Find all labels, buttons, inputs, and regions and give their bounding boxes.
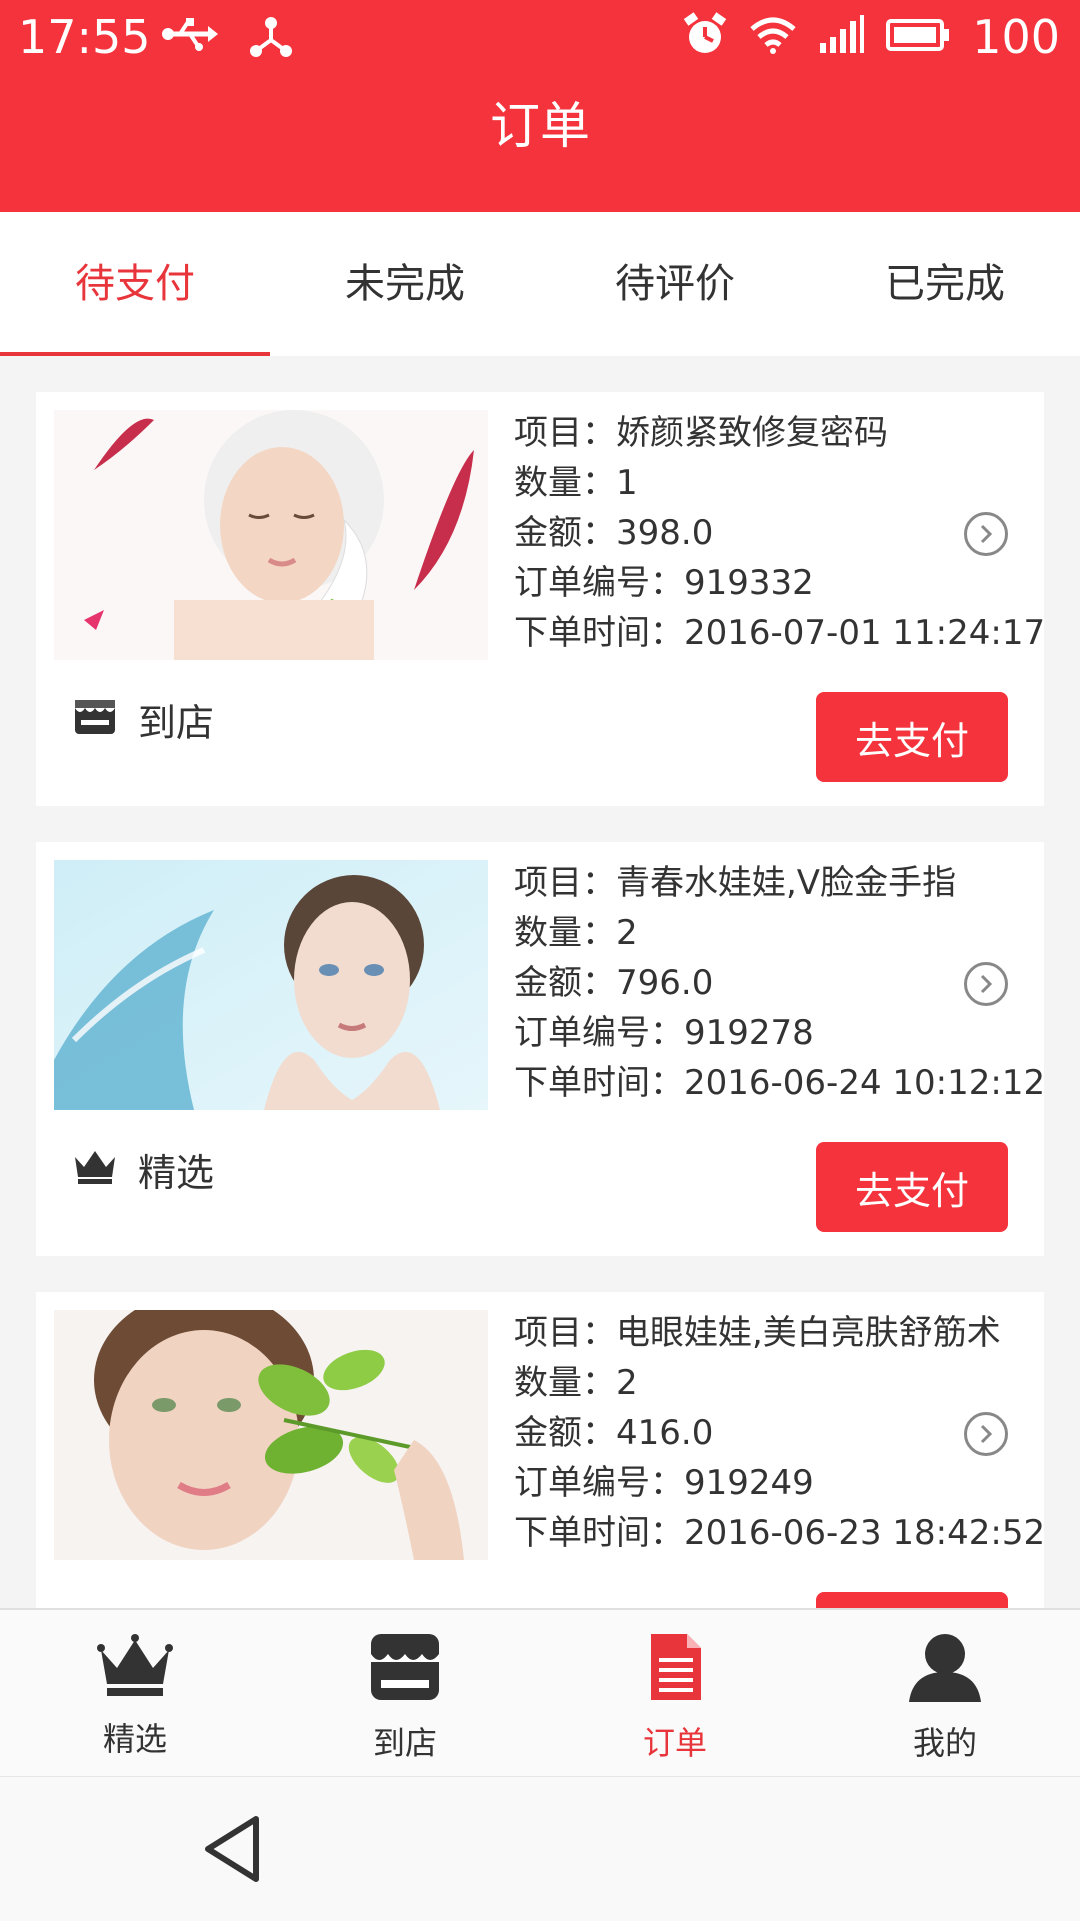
document-icon	[645, 1632, 705, 1710]
chevron-right-icon[interactable]	[964, 512, 1008, 556]
order-thumbnail	[54, 860, 488, 1110]
chevron-right-icon[interactable]	[964, 962, 1008, 1006]
order-card[interactable]: 项目：电眼娃娃,美白亮肤舒筋术 数量：2 金额：416.0 订单编号：91924…	[36, 1292, 1046, 1608]
tab-incomplete[interactable]: 未完成	[270, 212, 540, 356]
order-project: 项目：电眼娃娃,美白亮肤舒筋术	[514, 1313, 1001, 1353]
order-project: 项目：娇颜紧致修复密码	[514, 413, 888, 453]
user-icon	[907, 1632, 983, 1710]
header: 订单	[0, 76, 1080, 212]
order-card[interactable]: 项目：青春水娃娃,V脸金手指 数量：2 金额：796.0 订单编号：919278…	[36, 842, 1046, 1256]
order-source: 精选	[72, 1142, 214, 1197]
order-amount: 金额：398.0	[514, 513, 714, 553]
order-thumbnail	[54, 410, 488, 660]
crown-icon	[72, 1145, 118, 1194]
tab-completed[interactable]: 已完成	[810, 212, 1080, 356]
order-amount: 金额：796.0	[514, 963, 714, 1003]
crown-icon	[97, 1632, 173, 1706]
tab-pending-payment[interactable]: 待支付	[0, 212, 270, 356]
order-info: 项目：青春水娃娃,V脸金手指 数量：2 金额：796.0 订单编号：919278…	[514, 858, 1046, 1108]
nav-label: 精选	[102, 1720, 167, 1758]
status-time: 17:55	[18, 10, 151, 64]
tab-pending-review[interactable]: 待评价	[540, 212, 810, 356]
store-icon	[367, 1632, 443, 1710]
bottom-nav: 精选 到店 订单 我的	[0, 1608, 1080, 1778]
pay-button[interactable]	[816, 1592, 1008, 1608]
nav-label: 订单	[642, 1724, 707, 1762]
nav-label: 到店	[372, 1724, 437, 1762]
order-list[interactable]: 项目：娇颜紧致修复密码 数量：1 金额：398.0 订单编号：919332 下单…	[0, 356, 1080, 1608]
nav-label: 我的	[912, 1724, 977, 1762]
back-icon[interactable]	[200, 1813, 264, 1889]
nav-item-store[interactable]: 到店	[270, 1610, 540, 1778]
order-thumbnail	[54, 1310, 488, 1560]
order-time: 下单时间：2016-06-23 18:42:52	[514, 1513, 1046, 1553]
order-amount: 金额：416.0	[514, 1413, 714, 1453]
order-tabs: 待支付 未完成 待评价 已完成	[0, 212, 1080, 356]
order-time: 下单时间：2016-07-01 11:24:17	[514, 613, 1046, 653]
nav-item-featured[interactable]: 精选	[0, 1610, 270, 1778]
order-number: 订单编号：919249	[514, 1463, 814, 1503]
page-title: 订单	[490, 97, 590, 155]
share-icon	[248, 14, 294, 64]
nav-item-profile[interactable]: 我的	[810, 1610, 1080, 1778]
battery-icon	[886, 15, 950, 59]
order-quantity: 数量：2	[514, 913, 638, 953]
order-number: 订单编号：919278	[514, 1013, 814, 1053]
signal-icon	[818, 15, 865, 59]
order-project: 项目：青春水娃娃,V脸金手指	[514, 863, 957, 903]
order-info: 项目：娇颜紧致修复密码 数量：1 金额：398.0 订单编号：919332 下单…	[514, 408, 1046, 658]
usb-icon	[160, 14, 220, 64]
order-source-label: 到店	[138, 701, 215, 745]
pay-button[interactable]: 去支付	[816, 692, 1008, 782]
wifi-icon	[750, 15, 796, 59]
order-source: 到店	[72, 692, 214, 747]
alarm-icon	[682, 12, 728, 62]
order-quantity: 数量：2	[514, 1363, 638, 1403]
order-source-label: 精选	[138, 1151, 215, 1195]
order-info: 项目：电眼娃娃,美白亮肤舒筋术 数量：2 金额：416.0 订单编号：91924…	[514, 1308, 1046, 1558]
system-nav-bar	[0, 1776, 1080, 1921]
store-icon	[72, 692, 118, 747]
order-time: 下单时间：2016-06-24 10:12:12	[514, 1063, 1046, 1103]
order-quantity: 数量：1	[514, 463, 638, 503]
status-bar: 17:55 100	[0, 0, 1080, 76]
battery-level: 100	[972, 10, 1060, 64]
chevron-right-icon[interactable]	[964, 1412, 1008, 1456]
order-number: 订单编号：919332	[514, 563, 814, 603]
order-card[interactable]: 项目：娇颜紧致修复密码 数量：1 金额：398.0 订单编号：919332 下单…	[36, 392, 1046, 806]
pay-button[interactable]: 去支付	[816, 1142, 1008, 1232]
nav-item-orders[interactable]: 订单	[540, 1610, 810, 1778]
